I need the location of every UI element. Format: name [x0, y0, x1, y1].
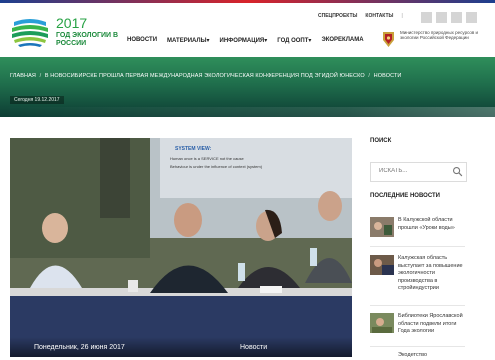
conference-scene: SYSTEM VIEW: Human once is a SERVICE not…: [10, 138, 352, 357]
ministry-name: Министерство природных ресурсов и эколог…: [400, 30, 479, 40]
search-input[interactable]: [371, 163, 449, 179]
nav-item-news[interactable]: НОВОСТИ: [127, 37, 157, 44]
hero-banner: ГЛАВНАЯ / В НОВОСИБИРСКЕ ПРОШЛА ПЕРВАЯ М…: [0, 57, 495, 117]
news-thumbnail: [370, 255, 394, 275]
news-divider: [370, 305, 465, 306]
logo-year: 2017: [56, 15, 88, 31]
top-nav: СПЕЦПРОЕКТЫ КОНТАКТЫ |: [318, 13, 403, 19]
news-title[interactable]: Экодетство: [398, 352, 468, 360]
today-date: Сегодня 19.12.2017: [10, 96, 64, 104]
conference-photo[interactable]: SYSTEM VIEW: Human once is a SERVICE not…: [10, 138, 352, 357]
top-nav-divider: |: [401, 13, 403, 19]
logo-title: ГОД ЭКОЛОГИИ В РОССИИ: [56, 32, 119, 47]
news-title[interactable]: Библиотеки Ярославской области подвели и…: [398, 313, 468, 336]
news-divider: [370, 246, 465, 247]
screen-line-1: Human once is a SERVICE not the cause: [170, 156, 245, 161]
ecology-year-logo-icon[interactable]: [10, 12, 50, 52]
search-heading: ПОИСК: [370, 138, 392, 144]
breadcrumb-news[interactable]: НОВОСТИ: [374, 73, 402, 79]
nav-item-materials[interactable]: МАТЕРИАЛЫ▾: [167, 37, 210, 44]
article-category[interactable]: Новости: [240, 344, 267, 351]
top-nav-item-contacts[interactable]: КОНТАКТЫ: [365, 13, 393, 19]
main-nav: НОВОСТИ МАТЕРИАЛЫ▾ ИНФОРМАЦИЯ▾ ГОД ООПТ▾…: [127, 37, 364, 44]
site-header: 2017 ГОД ЭКОЛОГИИ В РОССИИ СПЕЦПРОЕКТЫ К…: [0, 3, 495, 57]
breadcrumb-article[interactable]: В НОВОСИБИРСКЕ ПРОШЛА ПЕРВАЯ МЕЖДУНАРОДН…: [45, 73, 365, 79]
news-divider: [370, 346, 465, 347]
social-icon-4[interactable]: [466, 12, 477, 23]
social-icon-1[interactable]: [421, 12, 432, 23]
latest-news-heading: ПОСЛЕДНИЕ НОВОСТИ: [370, 193, 440, 199]
news-thumbnail: [370, 313, 394, 333]
search-form: [370, 162, 467, 182]
article-date: Понедельник, 26 июня 2017: [34, 344, 125, 351]
breadcrumb-separator: /: [368, 73, 371, 79]
nav-item-year-oopt[interactable]: ГОД ООПТ▾: [277, 37, 311, 44]
social-icon-3[interactable]: [451, 12, 462, 23]
breadcrumb: ГЛАВНАЯ / В НОВОСИБИРСКЕ ПРОШЛА ПЕРВАЯ М…: [10, 73, 401, 79]
news-title[interactable]: В Калужской области прошли «Уроки воды»: [398, 217, 468, 232]
coat-of-arms-icon: [383, 32, 394, 47]
nav-item-information[interactable]: ИНФОРМАЦИЯ▾: [220, 37, 268, 44]
top-nav-item-specprojects[interactable]: СПЕЦПРОЕКТЫ: [318, 13, 357, 19]
nav-item-ecoadvertising[interactable]: ЭКОРЕКЛАМА: [321, 37, 363, 44]
screen-line-2: Behaviour is under the influence of cont…: [170, 164, 263, 169]
photo-caption: Понедельник, 26 июня 2017 Новости: [10, 337, 352, 357]
social-links: [421, 12, 477, 23]
screen-heading: SYSTEM VIEW:: [175, 146, 212, 152]
breadcrumb-home[interactable]: ГЛАВНАЯ: [10, 73, 36, 79]
search-icon[interactable]: [452, 166, 463, 177]
news-title[interactable]: Калужская область выступает за повышение…: [398, 255, 468, 293]
breadcrumb-separator: /: [39, 73, 42, 79]
news-thumbnail: [370, 217, 394, 237]
ministry-link[interactable]: Министерство природных ресурсов и эколог…: [380, 28, 490, 52]
social-icon-2[interactable]: [436, 12, 447, 23]
sidebar: ПОИСК ПОСЛЕДНИЕ НОВОСТИ В Калужской обла…: [370, 138, 490, 358]
